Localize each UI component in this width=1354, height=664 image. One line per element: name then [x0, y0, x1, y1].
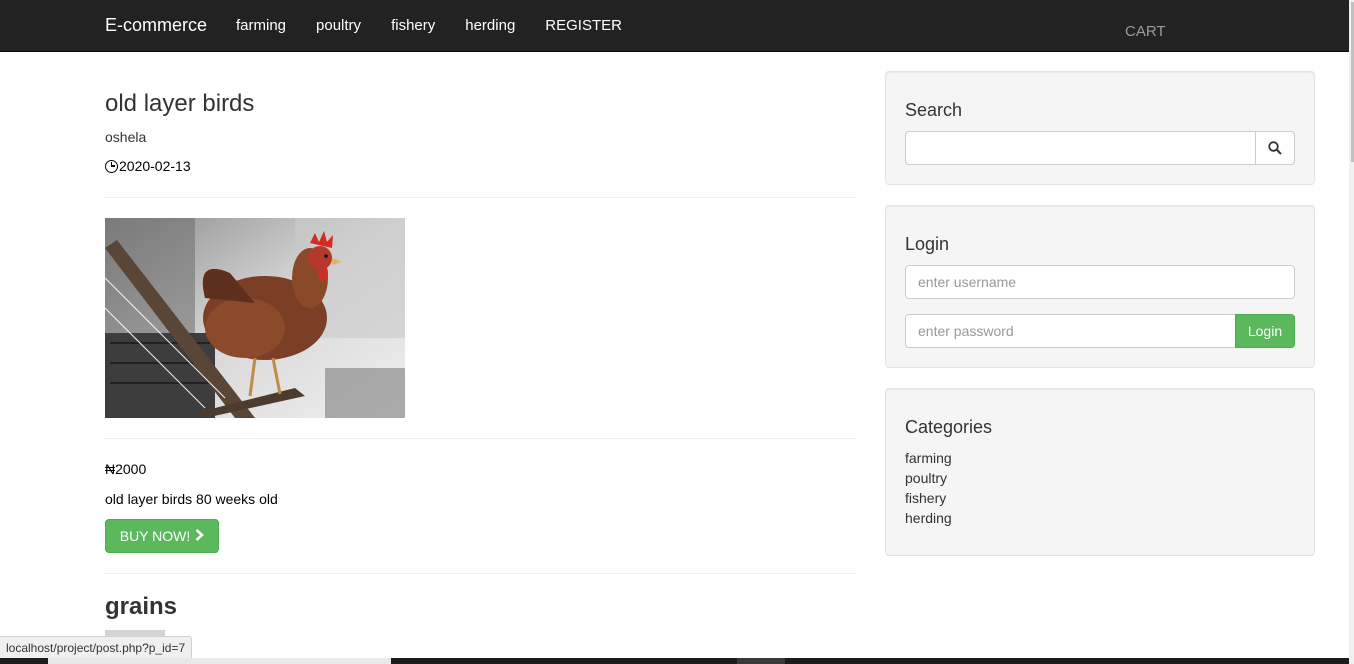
taskbar-strip	[0, 658, 1349, 664]
categories-widget: Categories farming poultry fishery herdi…	[885, 388, 1315, 556]
post-date: 2020-02-13	[105, 158, 191, 174]
clock-icon	[105, 159, 118, 173]
post-author: oshela	[105, 129, 147, 145]
nav-link-herding[interactable]: herding	[465, 17, 515, 34]
brand-link[interactable]: E-commerce	[105, 15, 207, 36]
next-post-title: grains	[105, 593, 178, 620]
nav-link-farming[interactable]: farming	[236, 17, 286, 34]
category-item-farming[interactable]: farming	[905, 448, 952, 468]
post-image	[105, 218, 405, 418]
cart-link[interactable]: CART	[1125, 23, 1166, 40]
search-widget: Search	[885, 71, 1315, 185]
taskbar-segment	[737, 658, 785, 664]
browser-status-bar: localhost/project/post.php?p_id=7	[0, 636, 193, 658]
search-icon	[1268, 141, 1282, 155]
login-button[interactable]: Login	[1235, 314, 1295, 348]
nav-link-register[interactable]: REGISTER	[545, 17, 622, 34]
category-item-herding[interactable]: herding	[905, 508, 952, 528]
login-title: Login	[905, 234, 950, 254]
nav-links: farming poultry fishery herding REGISTER	[236, 17, 652, 34]
buy-now-button[interactable]: BUY NOW!	[105, 519, 219, 553]
divider	[105, 573, 855, 574]
taskbar-segment	[48, 658, 391, 664]
post-date-text: 2020-02-13	[119, 158, 191, 174]
login-widget: Login Login	[885, 205, 1315, 368]
post-description: old layer birds 80 weeks old	[105, 491, 278, 507]
divider	[105, 438, 855, 439]
password-field[interactable]	[905, 314, 1236, 348]
nav-link-poultry[interactable]: poultry	[316, 17, 361, 34]
divider	[105, 197, 855, 198]
search-button[interactable]	[1255, 131, 1295, 165]
categories-list: farming poultry fishery herding	[905, 448, 952, 528]
category-item-poultry[interactable]: poultry	[905, 468, 952, 488]
search-title: Search	[905, 100, 963, 120]
buy-now-label: BUY NOW!	[119, 528, 191, 544]
category-item-fishery[interactable]: fishery	[905, 488, 952, 508]
post-title: old layer birds	[105, 90, 255, 117]
price: ₦2000	[105, 461, 147, 477]
rooster-photo	[105, 218, 405, 418]
username-field[interactable]	[905, 265, 1295, 299]
categories-title: Categories	[905, 417, 993, 437]
search-input[interactable]	[905, 131, 1256, 165]
top-navbar: E-commerce farming poultry fishery herdi…	[0, 0, 1349, 52]
chevron-right-icon	[195, 528, 205, 544]
nav-link-fishery[interactable]: fishery	[391, 17, 435, 34]
